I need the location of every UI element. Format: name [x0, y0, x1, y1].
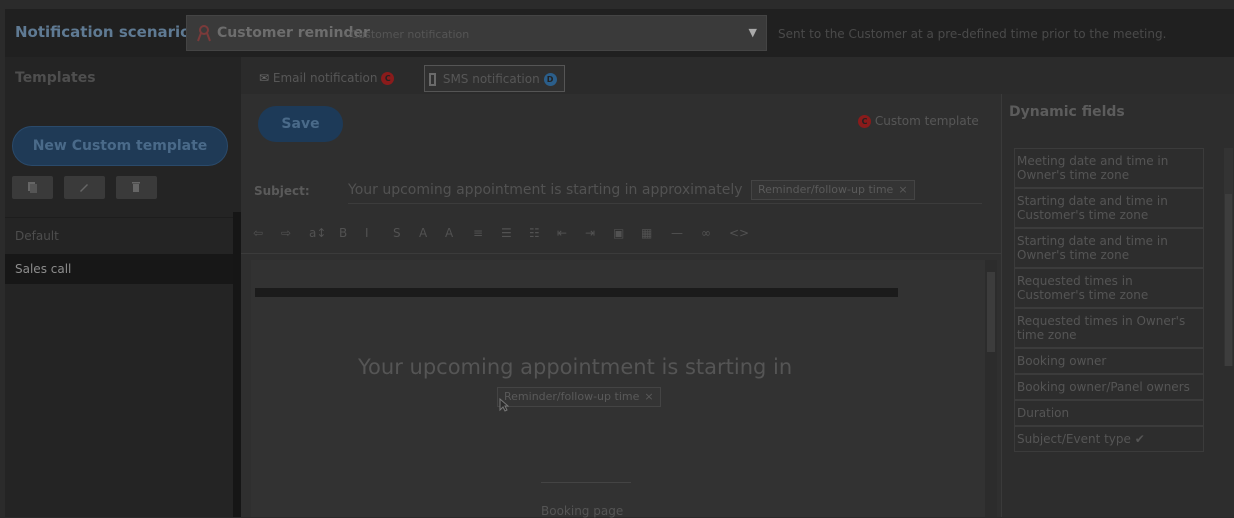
header-image	[255, 288, 898, 297]
pencil-icon	[80, 184, 88, 192]
new-custom-template-button[interactable]: New Custom template	[12, 126, 228, 166]
subject-input[interactable]: Your upcoming appointment is starting in…	[348, 176, 982, 204]
fields-scrollbar[interactable]	[1224, 148, 1233, 366]
subject-text: Your upcoming appointment is starting in…	[348, 182, 743, 198]
mouse-cursor-icon	[499, 398, 509, 412]
undo-icon[interactable]: ⇦	[253, 222, 263, 244]
align-icon[interactable]: ≡	[473, 222, 483, 244]
customer-icon	[197, 25, 211, 42]
dynamic-field-item[interactable]: Requested times in Owner's time zone	[1014, 308, 1204, 348]
template-item-sales-call[interactable]: Sales call	[5, 254, 241, 284]
trash-icon	[132, 182, 140, 192]
editor-area: Save C Custom template Subject: Your upc…	[241, 94, 1001, 518]
template-item-default[interactable]: Default	[5, 221, 241, 251]
dynamic-fields-panel: Dynamic fields Meeting date and time in …	[1001, 94, 1234, 517]
horizontal-rule-icon[interactable]: —	[671, 222, 683, 244]
tab-label: Email notification	[272, 71, 378, 85]
scenario-select[interactable]: Customer reminder - Customer notificatio…	[186, 15, 767, 51]
divider	[5, 217, 241, 218]
subject-token[interactable]: Reminder/follow-up time ×	[750, 180, 915, 200]
scenario-subtitle: - Customer notification	[343, 28, 470, 41]
image-icon[interactable]: ▣	[613, 222, 624, 244]
redo-icon[interactable]: ⇨	[281, 222, 291, 244]
subject-label: Subject:	[254, 184, 310, 198]
templates-scrollbar[interactable]	[233, 212, 241, 517]
custom-badge: C	[381, 72, 395, 85]
dynamic-field-item[interactable]: Starting date and time in Owner's time z…	[1014, 228, 1204, 268]
default-badge: D	[543, 73, 557, 86]
copy-icon	[28, 182, 37, 193]
dynamic-field-item[interactable]: Booking owner/Panel owners	[1014, 374, 1204, 400]
scroll-thumb[interactable]	[987, 272, 995, 352]
bold-icon[interactable]: B	[339, 222, 347, 244]
email-body-editor[interactable]: Your upcoming appointment is starting in…	[251, 260, 986, 518]
custom-template-label: Custom template	[874, 114, 979, 128]
templates-panel: Templates New Custom template Default Sa…	[5, 57, 241, 517]
numbered-list-icon[interactable]: ☷	[529, 222, 540, 244]
templates-title: Templates	[15, 70, 96, 86]
divider	[541, 482, 631, 483]
edit-template-button[interactable]	[64, 176, 105, 199]
envelope-icon: ✉	[259, 71, 270, 85]
phone-icon	[429, 73, 436, 86]
dynamic-field-item[interactable]: Booking owner	[1014, 348, 1204, 374]
copy-template-button[interactable]	[12, 176, 53, 199]
scenario-description: Sent to the Customer at a pre-defined ti…	[778, 27, 1167, 41]
link-icon[interactable]: ∞	[701, 222, 711, 244]
divider	[241, 253, 1001, 254]
dynamic-field-item[interactable]: Requested times in Customer's time zone	[1014, 268, 1204, 308]
dynamic-field-item[interactable]: Subject/Event type ✔	[1014, 426, 1204, 452]
tab-label: SMS notification	[442, 72, 540, 86]
strikethrough-icon[interactable]: S	[393, 222, 401, 244]
custom-template-indicator: C Custom template	[858, 114, 979, 128]
delete-template-button[interactable]	[116, 176, 157, 199]
close-icon[interactable]: ×	[644, 390, 653, 403]
font-size-icon[interactable]: a↕	[309, 222, 326, 244]
tab-email-notification[interactable]: ✉ Email notification C	[259, 65, 395, 92]
close-icon[interactable]: ×	[898, 183, 907, 196]
indent-icon[interactable]: ⇥	[585, 222, 595, 244]
dynamic-fields-title: Dynamic fields	[1009, 104, 1125, 120]
dynamic-field-item[interactable]: Duration	[1014, 400, 1204, 426]
token-label: Reminder/follow-up time	[757, 183, 894, 196]
tab-sms-notification[interactable]: SMS notification D	[424, 65, 565, 92]
app-root: Notification scenario: Customer reminder…	[0, 0, 1234, 518]
dynamic-fields-list: Meeting date and time in Owner's time zo…	[1014, 148, 1204, 452]
notification-tabs: ✉ Email notification C SMS notification …	[241, 62, 1001, 94]
booking-page-link[interactable]: Booking page	[541, 504, 623, 518]
chevron-down-icon: ▼	[748, 26, 757, 39]
scenario-bar: Notification scenario: Customer reminder…	[5, 9, 1234, 57]
dynamic-field-item[interactable]: Starting date and time in Customer's tim…	[1014, 188, 1204, 228]
outdent-icon[interactable]: ⇤	[557, 222, 567, 244]
body-token[interactable]: Reminder/follow-up time ×	[497, 387, 661, 407]
scroll-thumb[interactable]	[1225, 194, 1232, 366]
token-label: Reminder/follow-up time	[504, 390, 640, 403]
custom-badge: C	[858, 115, 871, 128]
italic-icon[interactable]: I	[365, 222, 369, 244]
body-heading: Your upcoming appointment is starting in	[358, 355, 793, 379]
table-icon[interactable]: ▦	[641, 222, 652, 244]
editor-scrollbar[interactable]	[985, 260, 997, 517]
code-icon[interactable]: <>	[729, 222, 749, 244]
scenario-label: Notification scenario:	[15, 23, 197, 41]
bullet-list-icon[interactable]: ☰	[501, 222, 512, 244]
dynamic-field-item[interactable]: Meeting date and time in Owner's time zo…	[1014, 148, 1204, 188]
format-toolbar: ⇦ ⇨ a↕ B I S A A ≡ ☰ ☷ ⇤ ⇥ ▣ ▦ — ∞ <>	[253, 222, 993, 246]
font-color-icon[interactable]: A	[419, 222, 427, 244]
background-color-icon[interactable]: A	[445, 222, 453, 244]
save-button[interactable]: Save	[258, 106, 343, 142]
